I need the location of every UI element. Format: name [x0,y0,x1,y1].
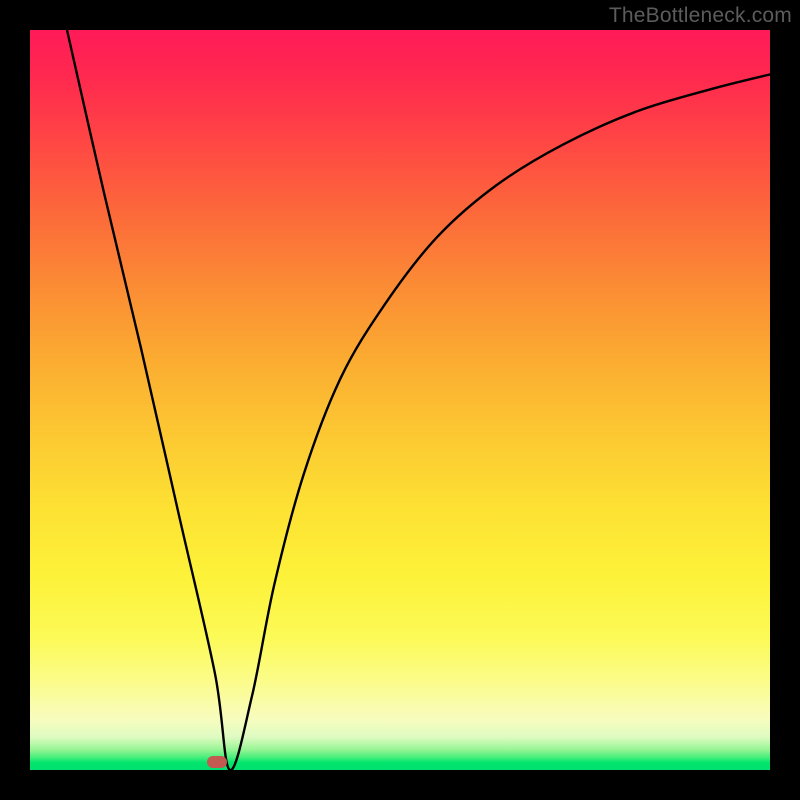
curve-path [67,30,770,770]
plot-area [30,30,770,770]
bottleneck-curve [30,30,770,770]
chart-frame: TheBottleneck.com [0,0,800,800]
watermark-text: TheBottleneck.com [609,4,792,28]
optimal-point-marker [207,756,227,768]
